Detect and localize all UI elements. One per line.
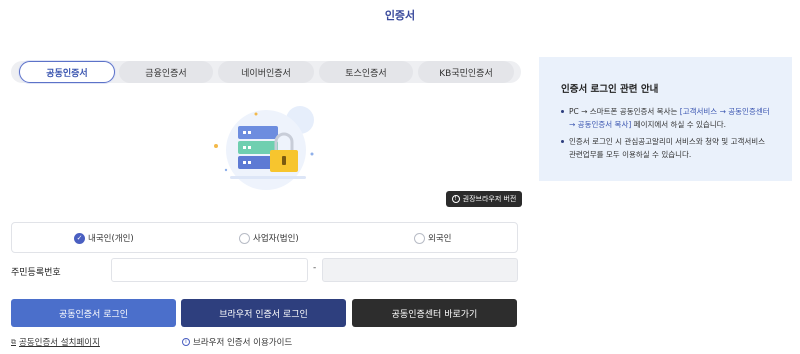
radio-label: 사업자(법인) xyxy=(253,234,299,244)
radio-business[interactable]: 사업자(법인) xyxy=(239,232,299,244)
tab-kb-certificate[interactable]: KB국민인증서 xyxy=(418,61,514,83)
guide-item1-suffix: 페이지에서 하실 수 있습니다. xyxy=(631,120,727,129)
rrn-back-input[interactable] xyxy=(322,258,518,282)
check-icon: ✓ xyxy=(74,232,85,244)
info-icon: ! xyxy=(451,195,460,203)
radio-label: 내국인(개인) xyxy=(88,234,134,244)
certificate-tabs: 공동인증서 금융인증서 네이버인증서 토스인증서 KB국민인증서 xyxy=(11,61,521,83)
guide-item: PC → 스마트폰 공동인증서 복사는 [고객서비스 → 공동인증센터 → 공동… xyxy=(561,105,772,131)
joint-certificate-login-button[interactable]: 공동인증서 로그인 xyxy=(11,299,176,327)
browser-guide-link[interactable]: i 브라우저 인증서 이용가이드 xyxy=(182,336,292,348)
radio-label: 외국인 xyxy=(428,234,452,244)
certificate-login-guide: 인증서 로그인 관련 안내 PC → 스마트폰 공동인증서 복사는 [고객서비스… xyxy=(539,57,792,181)
guide-title: 인증서 로그인 관련 안내 xyxy=(561,84,659,95)
certificate-illustration xyxy=(214,106,314,190)
install-page-label: 공동인증서 설치페이지 xyxy=(19,338,100,348)
rrn-separator: - xyxy=(313,263,317,273)
guide-item1-prefix: PC → 스마트폰 공동인증서 복사는 xyxy=(569,107,680,116)
tab-joint-certificate[interactable]: 공동인증서 xyxy=(19,61,115,83)
user-type-radio-group: ✓ 내국인(개인) 사업자(법인) 외국인 xyxy=(11,222,518,253)
certificate-login-page: 인증서 공동인증서 금융인증서 네이버인증서 토스인증서 KB국민인증서 ! 권… xyxy=(0,0,800,354)
install-page-link[interactable]: ⧉ 공동인증서 설치페이지 xyxy=(11,336,100,349)
radio-foreigner[interactable]: 외국인 xyxy=(414,232,451,244)
guide-item: 인증서 로그인 시 관심공고알리미 서비스와 청약 및 고객서비스 관련업무를 … xyxy=(561,135,772,161)
rrn-front-input[interactable] xyxy=(111,258,308,282)
tab-naver-certificate[interactable]: 네이버인증서 xyxy=(218,61,314,83)
certificate-center-shortcut-button[interactable]: 공동인증센터 바로가기 xyxy=(352,299,517,327)
recommended-browser-button[interactable]: ! 권장브라우저 버전 xyxy=(446,191,522,207)
radio-domestic-individual[interactable]: ✓ 내국인(개인) xyxy=(74,232,134,244)
radio-circle-icon xyxy=(239,232,250,244)
browser-guide-label: 브라우저 인증서 이용가이드 xyxy=(193,338,293,348)
recommended-browser-label: 권장브라우저 버전 xyxy=(462,195,517,203)
external-link-icon: ⧉ xyxy=(11,337,16,346)
rrn-label: 주민등록번호 xyxy=(11,268,61,278)
browser-certificate-login-button[interactable]: 브라우저 인증서 로그인 xyxy=(181,299,346,327)
radio-circle-icon xyxy=(414,232,425,244)
tab-toss-certificate[interactable]: 토스인증서 xyxy=(319,61,413,83)
page-title: 인증서 xyxy=(384,9,416,22)
info-icon: i xyxy=(182,338,190,346)
tab-financial-certificate[interactable]: 금융인증서 xyxy=(119,61,213,83)
